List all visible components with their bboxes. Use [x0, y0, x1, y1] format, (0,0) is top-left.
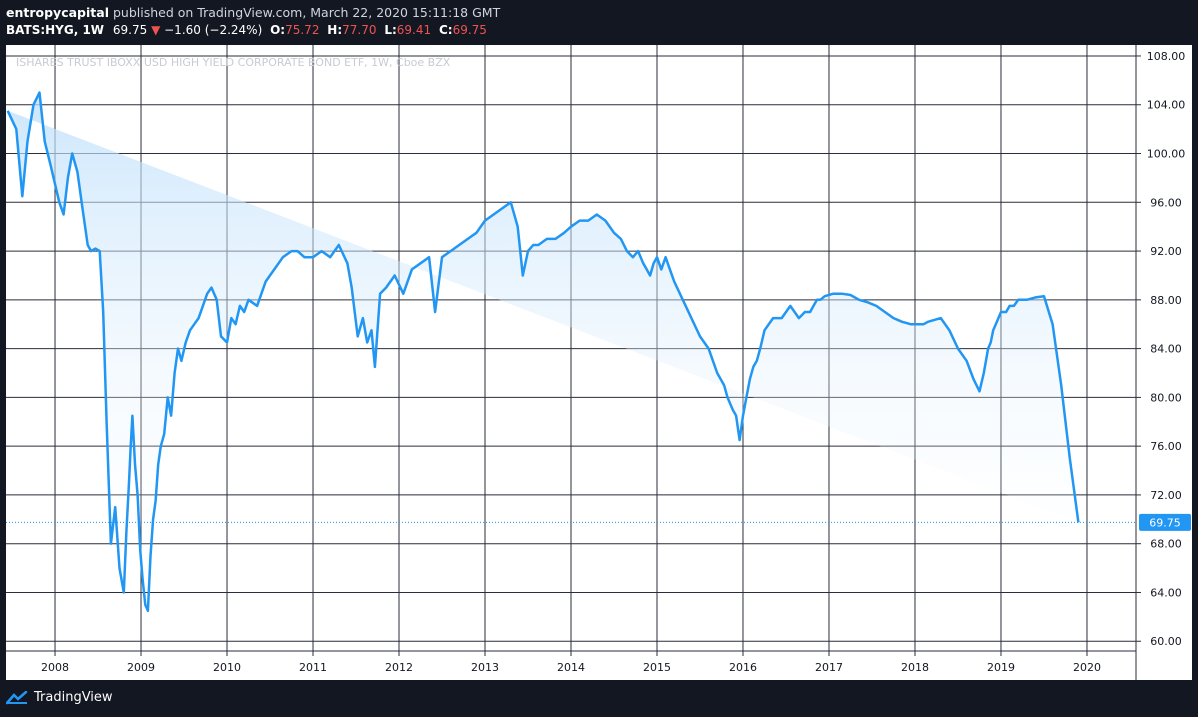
x-tick-label: 2018 — [901, 661, 929, 674]
y-tick-label: 68.00 — [1150, 538, 1182, 551]
y-tick-label: 80.00 — [1150, 391, 1182, 404]
y-tick-label: 64.00 — [1150, 586, 1182, 599]
y-tick-label: 92.00 — [1150, 245, 1182, 258]
time-scale[interactable]: 2008 2009 2010 2011 2012 2013 2014 2015 2016 2017… — [41, 651, 1101, 674]
x-tick-label: 2010 — [213, 661, 241, 674]
symbol-label[interactable]: BATS:HYG, 1W — [6, 23, 104, 37]
low-value: 69.41 — [396, 23, 432, 37]
high-value: 77.70 — [342, 23, 377, 37]
x-tick-label: 2013 — [471, 661, 499, 674]
x-tick-label: 2019 — [987, 661, 1015, 674]
tradingview-cloud-icon — [6, 690, 28, 704]
chart-watermark: ISHARES TRUST IBOXX USD HIGH YIELD CORPO… — [16, 56, 451, 69]
last-price-tag: 69.75 — [1139, 513, 1191, 531]
x-tick-label: 2008 — [41, 661, 69, 674]
y-tick-label: 88.00 — [1150, 294, 1182, 307]
x-tick-label: 2012 — [385, 661, 413, 674]
open-value: 75.72 — [285, 23, 320, 37]
price-change: −1.60 (−2.24%) — [164, 23, 263, 37]
quote-line: BATS:HYG, 1W 69.75 ▼ −1.60 (−2.24%) O:75… — [6, 23, 487, 37]
y-tick-label: 108.00 — [1147, 50, 1186, 63]
y-tick-label: 76.00 — [1150, 440, 1182, 453]
close-value: 69.75 — [452, 23, 487, 37]
close-label: C: — [438, 23, 453, 37]
brand-label: TradingView — [34, 690, 113, 705]
high-label: H: — [327, 23, 343, 37]
last-price: 69.75 — [112, 23, 148, 37]
x-tick-label: 2009 — [127, 661, 155, 674]
down-arrow-icon: ▼ — [151, 23, 161, 37]
bottom-bar: TradingView — [0, 681, 1198, 717]
published-text: published on TradingView.com, March 22, … — [108, 5, 501, 20]
x-tick-label: 2011 — [299, 661, 327, 674]
y-tick-label: 60.00 — [1150, 635, 1182, 648]
y-tick-label: 72.00 — [1150, 489, 1182, 502]
x-tick-label: 2014 — [557, 661, 585, 674]
author-link[interactable]: entropycapital — [6, 5, 109, 20]
y-tick-label: 96.00 — [1150, 196, 1182, 209]
y-tick-label: 84.00 — [1150, 343, 1182, 356]
x-tick-label: 2020 — [1073, 661, 1101, 674]
x-tick-label: 2016 — [729, 661, 757, 674]
low-label: L: — [384, 23, 397, 37]
price-scale[interactable]: 108.00 104.00 100.00 96.00 92.00 88.00 84.00 80… — [1136, 50, 1185, 648]
price-area-fill — [7, 92, 1079, 611]
price-chart[interactable]: ISHARES TRUST IBOXX USD HIGH YIELD CORPO… — [6, 45, 1192, 680]
last-price-tag-label: 69.75 — [1149, 516, 1181, 529]
open-label: O: — [270, 23, 286, 37]
x-tick-label: 2017 — [815, 661, 843, 674]
y-tick-label: 100.00 — [1147, 148, 1186, 161]
publication-line: entropycapital published on TradingView.… — [6, 5, 500, 20]
y-tick-label: 104.00 — [1147, 99, 1186, 112]
tradingview-logo[interactable]: TradingView — [6, 690, 113, 705]
x-tick-label: 2015 — [643, 661, 671, 674]
chart-panel[interactable]: ISHARES TRUST IBOXX USD HIGH YIELD CORPO… — [6, 45, 1192, 680]
top-bar: entropycapital published on TradingView.… — [0, 0, 1198, 42]
